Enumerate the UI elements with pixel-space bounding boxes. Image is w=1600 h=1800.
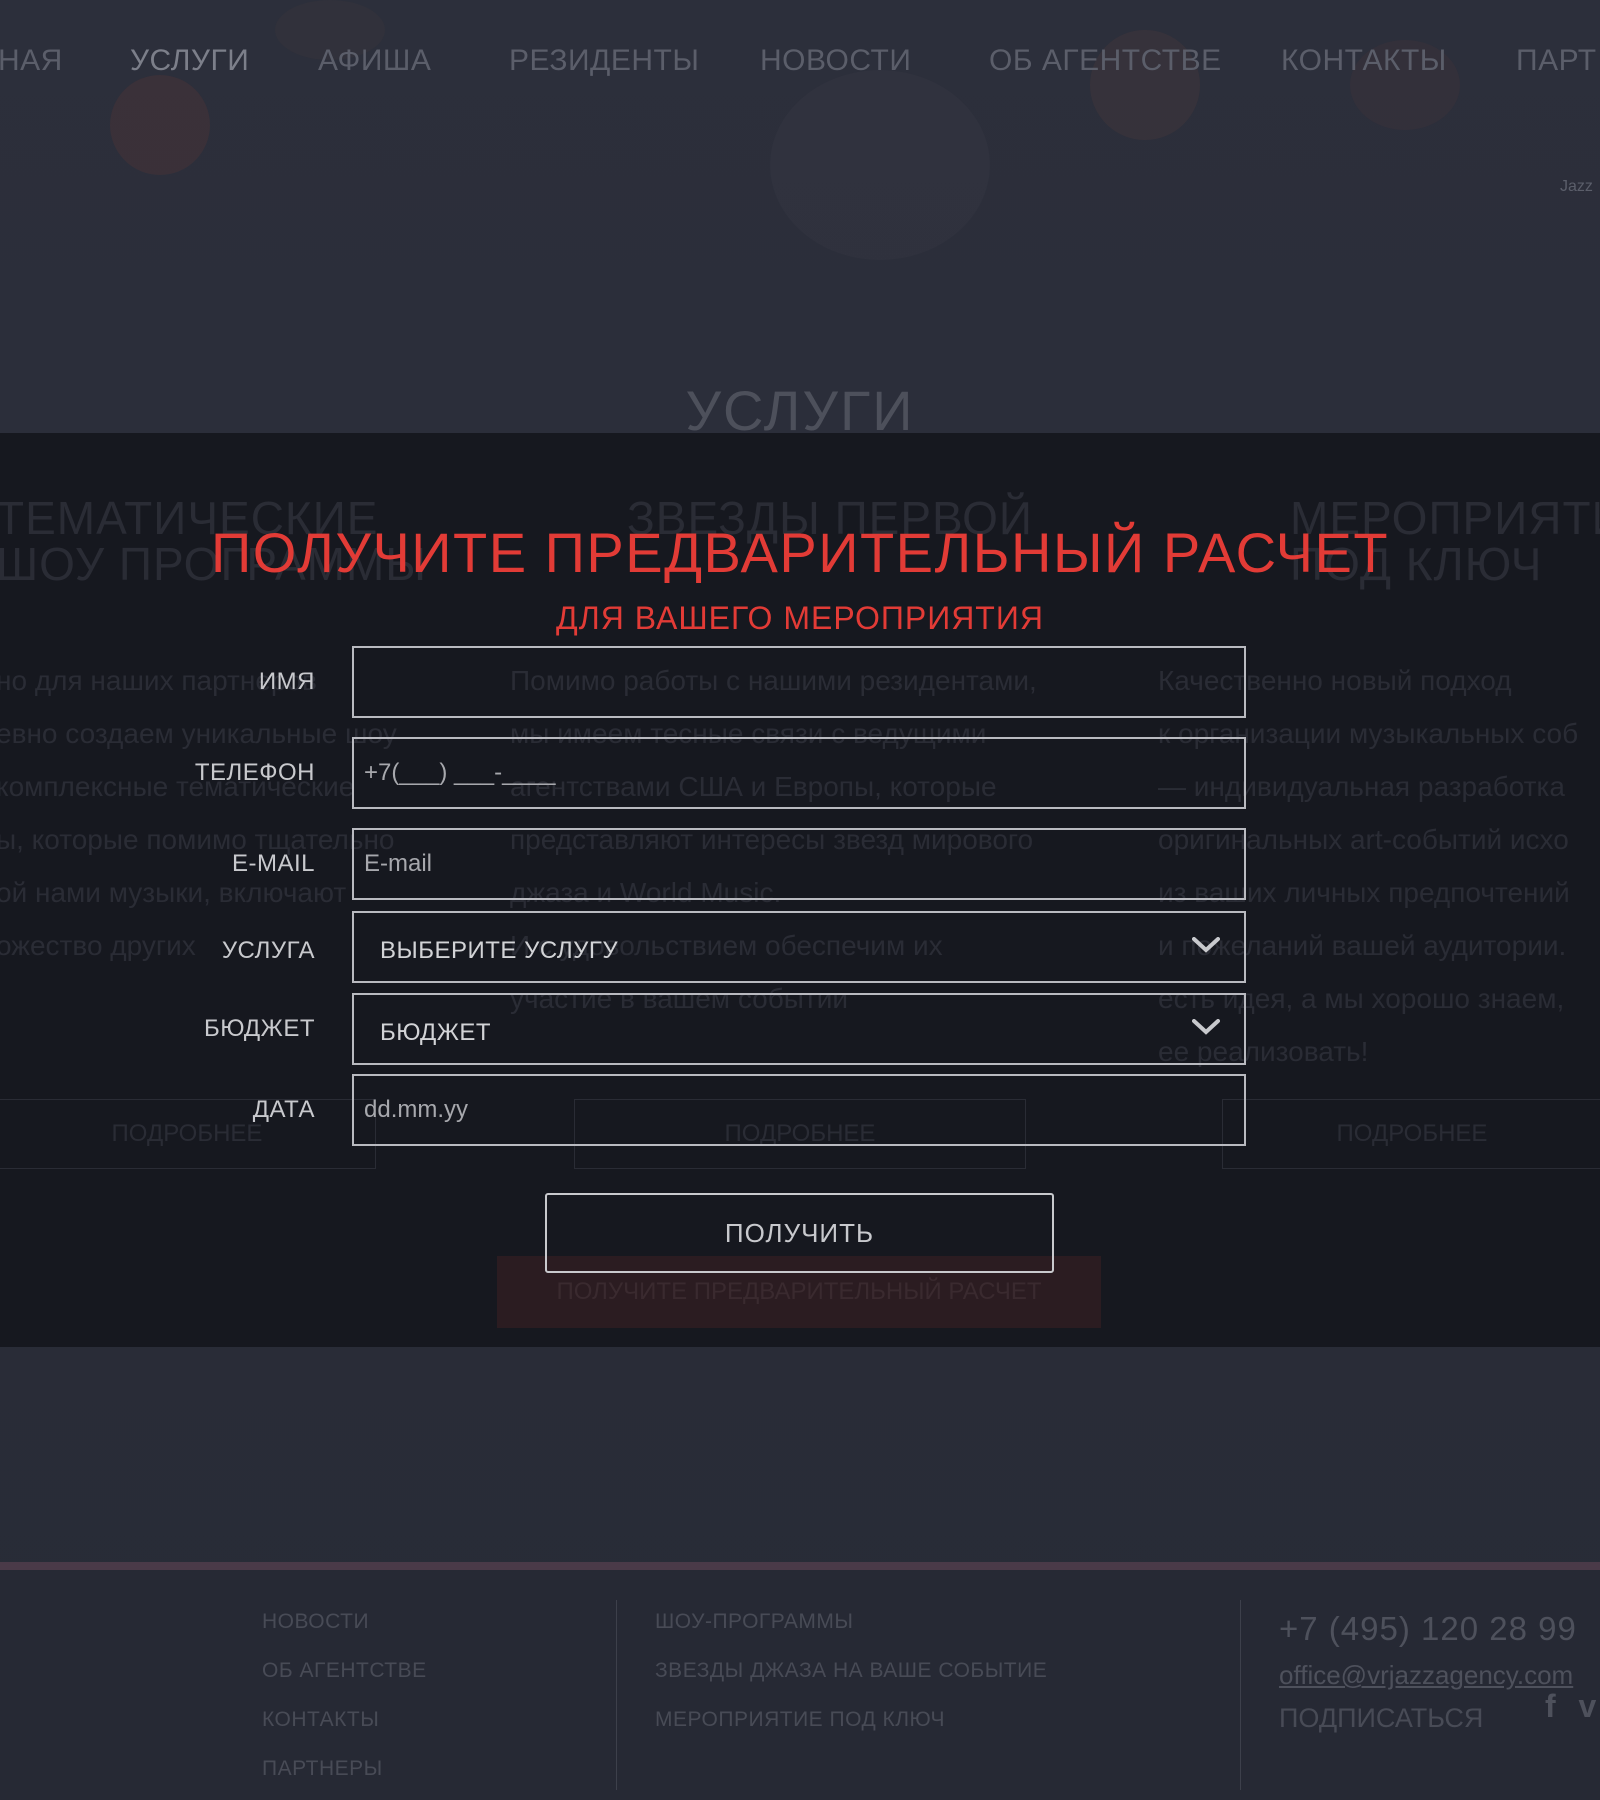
footer-social: f v bbox=[1545, 1688, 1596, 1725]
chevron-down-icon bbox=[1192, 937, 1220, 953]
footer: НОВОСТИ ОБ АГЕНТСТВЕ КОНТАКТЫ ПАРТНЕРЫ Ш… bbox=[0, 1562, 1600, 1800]
modal-subtitle: ДЛЯ ВАШЕГО МЕРОПРИЯТИЯ bbox=[556, 600, 1044, 636]
modal-content: ПОЛУЧИТЕ ПРЕДВАРИТЕЛЬНЫЙ РАСЧЕТ ДЛЯ ВАШЕ… bbox=[0, 433, 1600, 1347]
footer-link-contacts[interactable]: КОНТАКТЫ bbox=[262, 1708, 427, 1732]
submit-button[interactable]: ПОЛУЧИТЬ bbox=[545, 1193, 1054, 1273]
footer-services: ШОУ-ПРОГРАММЫ ЗВЕЗДЫ ДЖАЗА НА ВАШЕ СОБЫТ… bbox=[655, 1610, 1047, 1757]
background-decoration bbox=[770, 70, 990, 260]
main-nav: НАЯ УСЛУГИ АФИША РЕЗИДЕНТЫ НОВОСТИ ОБ АГ… bbox=[0, 44, 1600, 84]
background-decoration bbox=[110, 75, 210, 175]
footer-link-news[interactable]: НОВОСТИ bbox=[262, 1610, 427, 1634]
footer-nav: НОВОСТИ ОБ АГЕНТСТВЕ КОНТАКТЫ ПАРТНЕРЫ bbox=[262, 1610, 427, 1800]
nav-item-contacts[interactable]: КОНТАКТЫ bbox=[1281, 44, 1447, 78]
footer-phone[interactable]: +7 (495) 120 28 99 bbox=[1279, 1610, 1577, 1648]
footer-contacts: +7 (495) 120 28 99 office@vrjazzagency.c… bbox=[1279, 1610, 1577, 1734]
form-row-name: ИМЯ bbox=[0, 646, 1600, 718]
nav-item-news[interactable]: НОВОСТИ bbox=[760, 44, 911, 78]
budget-label: БЮДЖЕТ bbox=[203, 1015, 315, 1042]
service-select[interactable]: ВЫБЕРИТЕ УСЛУГУ bbox=[352, 911, 1246, 983]
modal-title: ПОЛУЧИТЕ ПРЕДВАРИТЕЛЬНЫЙ РАСЧЕТ bbox=[210, 521, 1390, 584]
name-field[interactable] bbox=[352, 646, 1246, 718]
email-label: E-MAIL bbox=[231, 850, 315, 877]
budget-select-value: БЮДЖЕТ bbox=[380, 1019, 492, 1046]
service-label: УСЛУГА bbox=[221, 937, 315, 964]
nav-item-partners[interactable]: ПАРТ bbox=[1516, 44, 1597, 78]
calculation-modal: ТЕМАТИЧЕСКИЕ ШОУ ПРОГРАММЫ ЗВЕЗДЫ ПЕРВОЙ… bbox=[0, 433, 1600, 1347]
form-row-budget: БЮДЖЕТ БЮДЖЕТ bbox=[0, 993, 1600, 1065]
date-field[interactable] bbox=[352, 1074, 1246, 1146]
nav-item-services[interactable]: УСЛУГИ bbox=[130, 44, 249, 78]
nav-item-afisha[interactable]: АФИША bbox=[318, 44, 431, 78]
phone-label: ТЕЛЕФОН bbox=[194, 759, 315, 786]
footer-link-turnkey[interactable]: МЕРОПРИЯТИЕ ПОД КЛЮЧ bbox=[655, 1708, 1047, 1732]
chevron-down-icon bbox=[1192, 1019, 1220, 1035]
nav-item-home[interactable]: НАЯ bbox=[0, 44, 63, 78]
nav-item-residents[interactable]: РЕЗИДЕНТЫ bbox=[509, 44, 699, 78]
footer-email[interactable]: office@vrjazzagency.com bbox=[1279, 1660, 1577, 1691]
email-field[interactable] bbox=[352, 828, 1246, 900]
form-row-phone: ТЕЛЕФОН bbox=[0, 737, 1600, 809]
footer-link-stars[interactable]: ЗВЕЗДЫ ДЖАЗА НА ВАШЕ СОБЫТИЕ bbox=[655, 1659, 1047, 1683]
form-row-service: УСЛУГА ВЫБЕРИТЕ УСЛУГУ bbox=[0, 911, 1600, 983]
footer-link-partners[interactable]: ПАРТНЕРЫ bbox=[262, 1757, 427, 1781]
footer-divider bbox=[616, 1600, 617, 1790]
phone-field[interactable] bbox=[352, 737, 1246, 809]
name-label: ИМЯ bbox=[258, 668, 315, 695]
facebook-icon[interactable]: f bbox=[1545, 1688, 1556, 1724]
footer-subscribe[interactable]: ПОДПИСАТЬСЯ bbox=[1279, 1703, 1577, 1734]
footer-divider bbox=[1240, 1600, 1241, 1790]
footer-link-shows[interactable]: ШОУ-ПРОГРАММЫ bbox=[655, 1610, 1047, 1634]
budget-select[interactable]: БЮДЖЕТ bbox=[352, 993, 1246, 1065]
footer-link-about[interactable]: ОБ АГЕНТСТВЕ bbox=[262, 1659, 427, 1683]
service-select-value: ВЫБЕРИТЕ УСЛУГУ bbox=[380, 937, 619, 964]
nav-item-about[interactable]: ОБ АГЕНТСТВЕ bbox=[989, 44, 1222, 78]
form-row-date: ДАТА bbox=[0, 1074, 1600, 1146]
background-caption: Jazz bbox=[1560, 178, 1593, 195]
date-label: ДАТА bbox=[252, 1096, 315, 1123]
form-row-email: E-MAIL bbox=[0, 828, 1600, 900]
vk-icon[interactable]: v bbox=[1579, 1688, 1597, 1724]
